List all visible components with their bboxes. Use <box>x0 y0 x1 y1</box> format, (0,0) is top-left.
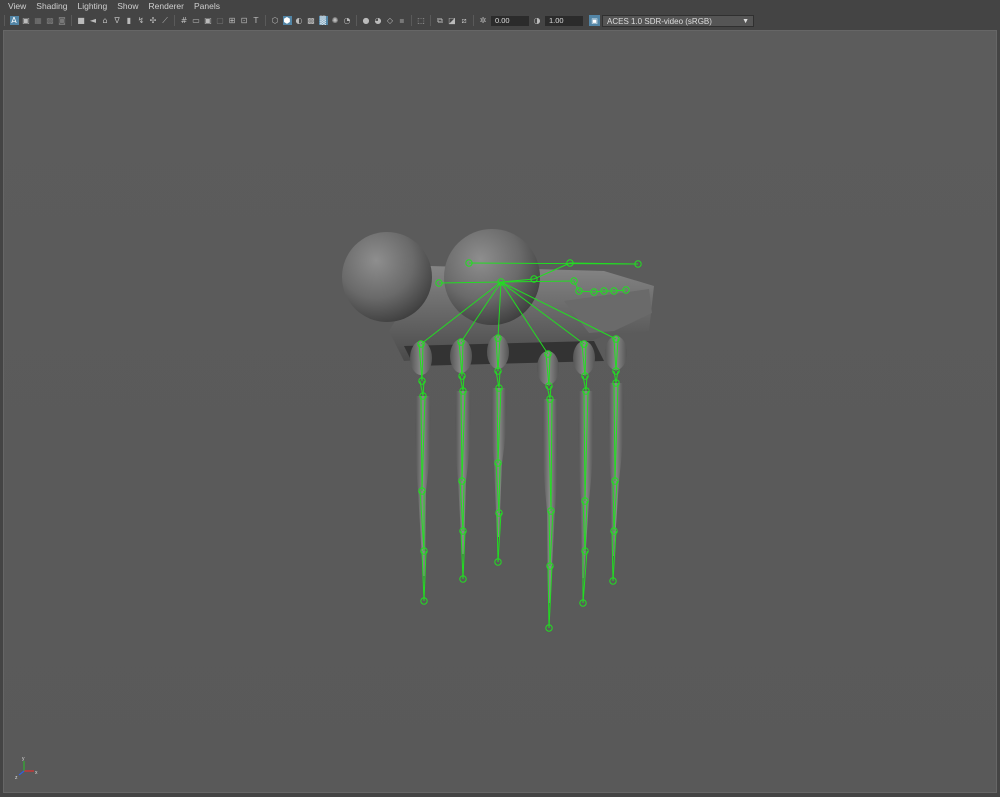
backface-culling-icon[interactable]: ⧄ <box>460 16 469 25</box>
camera-icon[interactable]: ◄ <box>89 16 98 25</box>
zoom-icon[interactable]: ⟋ <box>161 16 170 25</box>
toolbar-separator <box>4 15 5 26</box>
panel-menu-bar: View Shading Lighting Show Renderer Pane… <box>0 0 1000 13</box>
film-gate-icon[interactable]: ▭ <box>192 16 201 25</box>
wireframe-icon[interactable]: ⬡ <box>271 16 280 25</box>
toolbar-separator <box>174 15 175 26</box>
toolbar-separator <box>430 15 431 26</box>
head-sphere-right <box>444 229 540 325</box>
axis-label-x: x <box>35 770 38 776</box>
field-chart-icon[interactable]: ⊞ <box>228 16 237 25</box>
color-space-label: ACES 1.0 SDR-video (sRGB) <box>607 16 712 26</box>
leg-mesh <box>415 396 431 576</box>
bookmarks-icon[interactable]: ▦ <box>34 16 43 25</box>
isolate-select-icon[interactable]: ⬚ <box>417 16 426 25</box>
shadows-icon[interactable]: ✺ <box>331 16 340 25</box>
bone <box>549 385 552 400</box>
use-all-lights-icon[interactable]: ▒ <box>318 16 328 25</box>
leg-mesh <box>491 388 507 537</box>
camera-attributes-icon[interactable]: ▣ <box>22 16 31 25</box>
gamma-field[interactable]: 1.00 <box>545 15 583 26</box>
color-space-dropdown[interactable]: ACES 1.0 SDR-video (sRGB) ▼ <box>602 14 754 27</box>
safe-title-icon[interactable]: T <box>252 16 261 25</box>
axis-label-z: z <box>15 775 18 781</box>
color-management-icon[interactable]: ▣ <box>589 15 600 26</box>
bookmark-flag-icon[interactable]: ▮ <box>125 16 134 25</box>
anti-aliasing-icon[interactable]: ◕ <box>374 16 383 25</box>
toolbar-separator <box>411 15 412 26</box>
view-axis-gizmo: x y z <box>15 756 38 781</box>
menu-view[interactable]: View <box>0 0 31 13</box>
tumble-icon[interactable]: ↯ <box>137 16 146 25</box>
image-plane-icon[interactable]: ▩ <box>46 16 55 25</box>
grease-pencil-icon[interactable]: ■ <box>77 16 86 25</box>
gate-mask-icon[interactable]: ▢ <box>216 16 225 25</box>
textured-icon[interactable]: ▩ <box>307 16 316 25</box>
toolbar-separator <box>473 15 474 26</box>
depth-of-field-icon[interactable]: ◇ <box>386 16 395 25</box>
leg-meshes <box>410 335 627 603</box>
exposure-field[interactable]: 0.00 <box>491 15 529 26</box>
smooth-shade-icon[interactable]: ⬢ <box>282 16 292 25</box>
xray-icon[interactable]: ⧉ <box>436 16 445 25</box>
resolution-gate-icon[interactable]: ▣ <box>204 16 213 25</box>
exposure-icon[interactable]: ✲ <box>479 16 488 25</box>
maya-viewport-panel: View Shading Lighting Show Renderer Pane… <box>0 0 1000 797</box>
gamma-icon[interactable]: ◑ <box>533 16 542 25</box>
leg-mesh <box>542 399 558 603</box>
bone <box>613 370 617 384</box>
safe-action-icon[interactable]: ⊡ <box>240 16 249 25</box>
default-material-icon[interactable]: ◐ <box>295 16 304 25</box>
motion-blur-icon[interactable]: ● <box>362 16 371 25</box>
snapshot-icon[interactable]: ⌂ <box>101 16 110 25</box>
3d-viewport[interactable]: x y z <box>3 30 997 793</box>
bone <box>615 370 619 384</box>
menu-panels[interactable]: Panels <box>189 0 225 13</box>
track-icon[interactable]: ∇ <box>113 16 122 25</box>
menu-lighting[interactable]: Lighting <box>72 0 112 13</box>
menu-show[interactable]: Show <box>112 0 143 13</box>
toolbar-separator <box>356 15 357 26</box>
panel-toolbar: A ▣ ▦ ▩ ◙ ■ ◄ ⌂ ∇ ▮ ↯ ✣ ⟋ # ▭ ▣ ▢ ⊞ ⊡ T … <box>0 13 1000 28</box>
xray-joints-icon[interactable]: ◪ <box>448 16 457 25</box>
menu-renderer[interactable]: Renderer <box>144 0 189 13</box>
2d-pan-zoom-icon[interactable]: ◙ <box>58 16 67 25</box>
screen-space-ao-icon[interactable]: ◔ <box>343 16 352 25</box>
scene-canvas[interactable]: x y z <box>4 31 996 792</box>
toolbar-separator <box>71 15 72 26</box>
menu-shading[interactable]: Shading <box>31 0 72 13</box>
toolbar-separator <box>265 15 266 26</box>
hud-icon[interactable]: ▪ <box>398 16 407 25</box>
chevron-down-icon: ▼ <box>742 17 749 25</box>
dolly-icon[interactable]: ✣ <box>149 16 158 25</box>
head-sphere-left <box>342 232 432 322</box>
grid-icon[interactable]: # <box>180 16 189 25</box>
select-camera-icon[interactable]: A <box>9 16 19 25</box>
